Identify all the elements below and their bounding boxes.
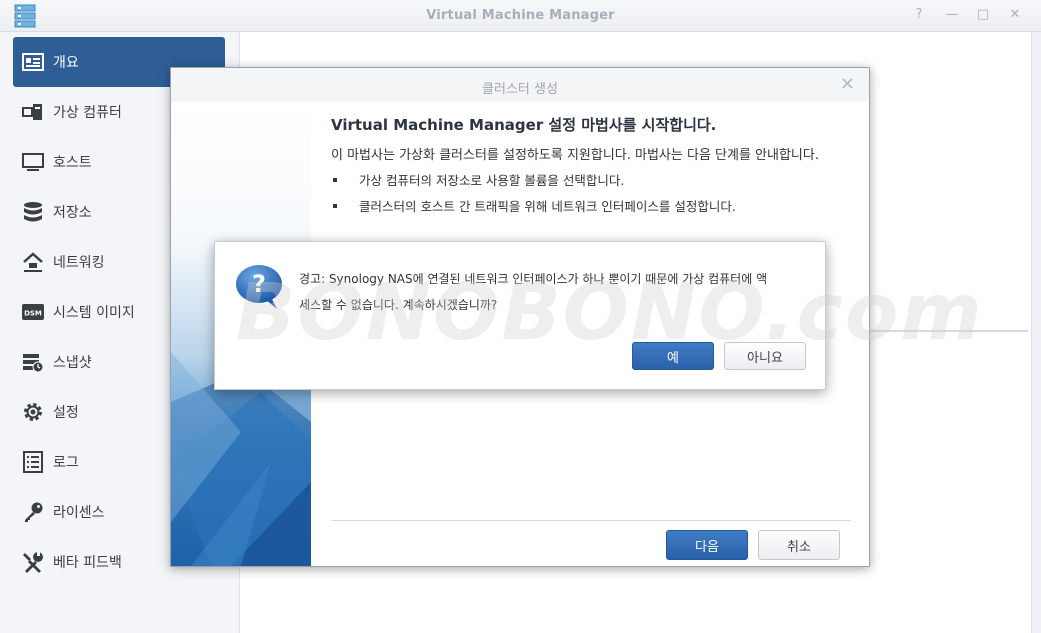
minimize-button[interactable]: — [943,6,961,24]
next-button[interactable]: 다음 [666,530,748,560]
key-icon [21,500,45,524]
alert-message-line: 경고: Synology NAS에 연결된 네트워크 인터페이스가 하나 뿐이기… [299,272,768,286]
svg-text:?: ? [252,270,266,298]
close-window-button[interactable]: ✕ [1006,6,1024,24]
sidebar-item-label: 시스템 이미지 [53,305,135,321]
wizard-title: 클러스터 생성 [482,82,558,97]
help-button[interactable]: ? [910,6,928,24]
cancel-button[interactable]: 취소 [758,530,840,560]
database-icon [21,200,45,224]
sidebar-item-label: 라이센스 [53,505,105,521]
sidebar-item-label: 호스트 [53,155,92,171]
gear-icon [21,400,45,424]
sidebar-item-label: 스냅샷 [53,355,92,371]
maximize-button[interactable]: □ [974,6,992,24]
alert-message-line: 세스할 수 없습니다. 계속하시겠습니까? [299,298,498,312]
wizard-body: Virtual Machine Manager 설정 마법사를 시작합니다. 이… [331,114,851,222]
overview-card-icon [21,50,45,74]
content-divider [870,330,1028,332]
wrench-icon [21,550,45,574]
wizard-step-text: 가상 컴퓨터의 저장소로 사용할 볼륨을 선택합니다. [359,173,625,188]
alert-message: 경고: Synology NAS에 연결된 네트워크 인터페이스가 하나 뿐이기… [299,266,809,318]
monitor-icon [21,150,45,174]
close-icon[interactable]: ✕ [840,74,855,95]
snapshot-icon [21,350,45,374]
sidebar-item-label: 가상 컴퓨터 [53,105,122,121]
sidebar-item-label: 로그 [53,455,79,471]
wizard-header: 클러스터 생성 ✕ [171,68,869,102]
svg-text:DSM: DSM [24,310,42,318]
sidebar-item-label: 설정 [53,405,79,421]
sidebar-item-label: 네트워킹 [53,255,105,271]
window-title: Virtual Machine Manager [426,8,615,23]
bullet-dot [333,203,337,208]
warning-alert-dialog: ? 경고: Synology NAS에 연결된 네트워크 인터페이스가 하나 뿐… [214,241,826,390]
sidebar-item-label: 개요 [53,55,79,71]
question-bubble-icon: ? [236,265,282,309]
window-right-edge [1031,32,1041,633]
title-bar: Virtual Machine Manager ? — □ ✕ [0,0,1041,32]
sidebar-item-label: 베타 피드백 [53,555,122,571]
wizard-footer-divider [331,520,851,521]
bullet-dot [333,177,337,182]
sidebar-item-label: 저장소 [53,205,92,221]
wizard-intro: 이 마법사는 가상화 클러스터를 설정하도록 지원합니다. 마법사는 다음 단계… [331,148,819,163]
wizard-step-item: 클러스터의 호스트 간 트래픽을 위해 네트워크 인터페이스를 설정합니다. [331,196,851,215]
virtual-computer-icon [21,100,45,124]
wizard-step-text: 클러스터의 호스트 간 트래픽을 위해 네트워크 인터페이스를 설정합니다. [359,199,736,214]
yes-button[interactable]: 예 [632,342,714,370]
dsm-image-icon: DSM [21,300,45,324]
network-home-icon [21,250,45,274]
wizard-heading: Virtual Machine Manager 설정 마법사를 시작합니다. [331,116,717,134]
list-icon [21,450,45,474]
no-button[interactable]: 아니요 [724,342,806,370]
wizard-step-item: 가상 컴퓨터의 저장소로 사용할 볼륨을 선택합니다. [331,170,851,189]
